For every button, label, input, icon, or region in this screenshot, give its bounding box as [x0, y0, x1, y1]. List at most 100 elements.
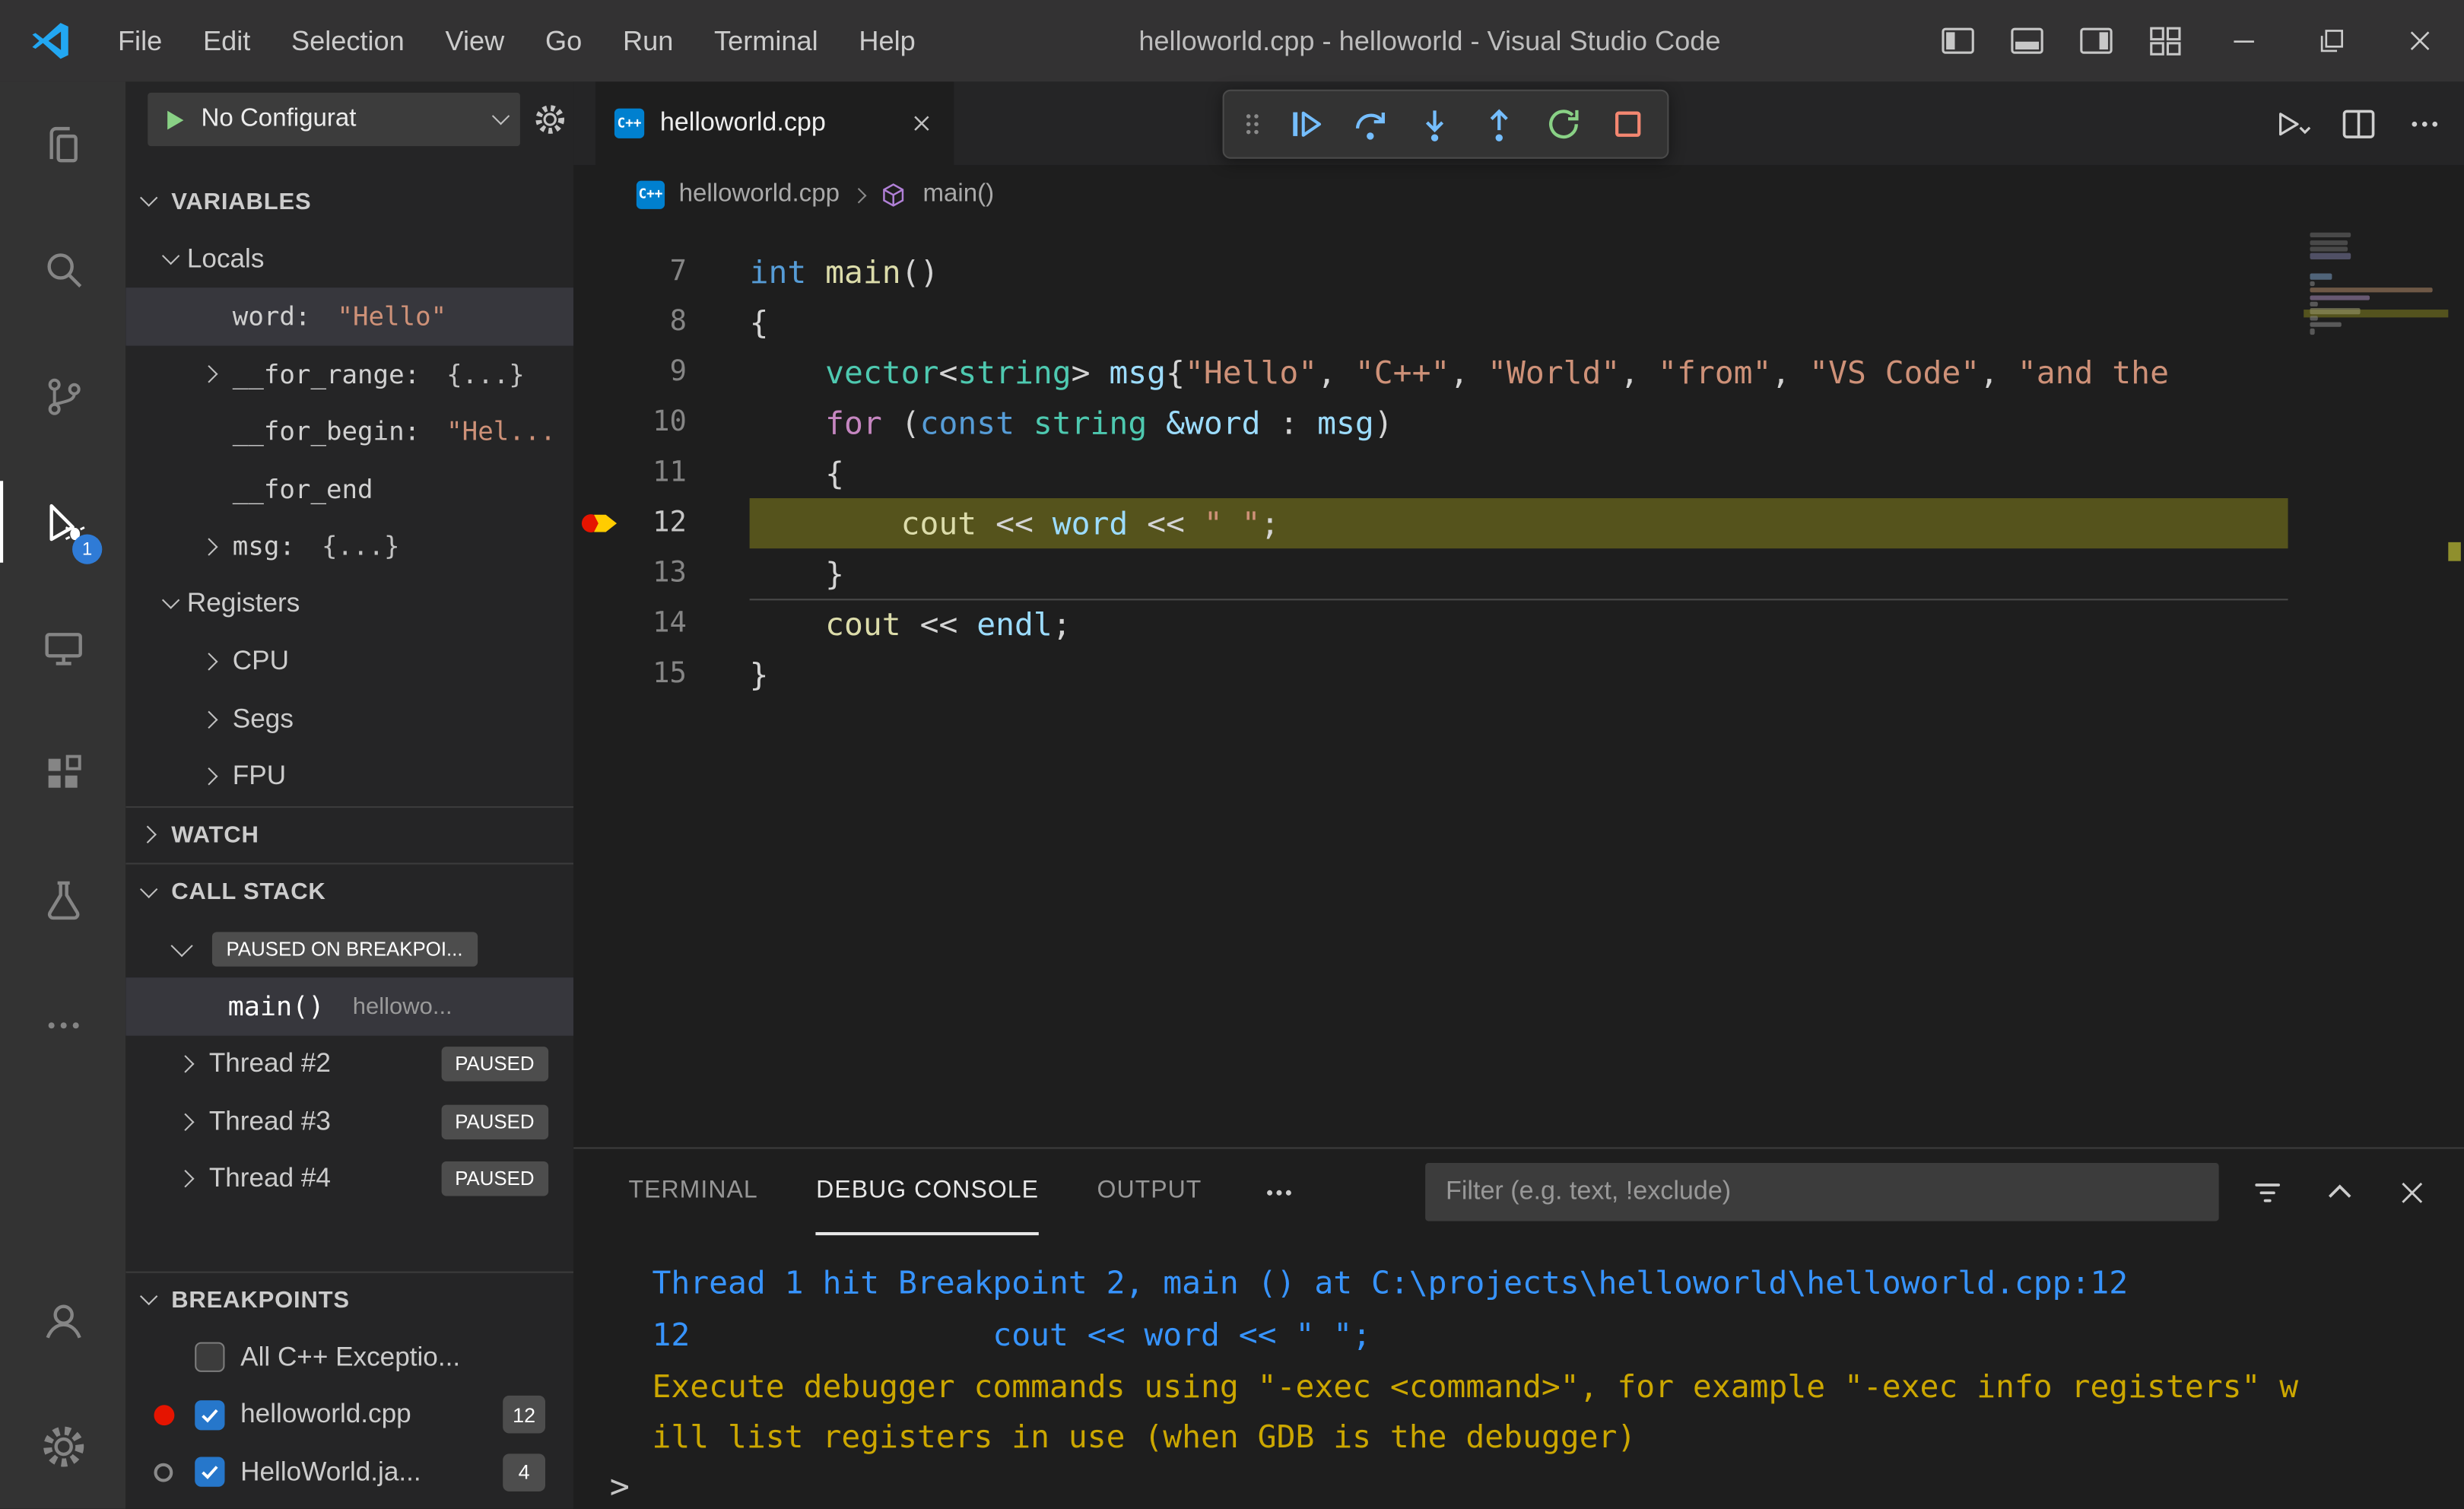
activity-account[interactable]	[0, 1257, 125, 1383]
breakpoint-line-badge: 12	[503, 1396, 546, 1434]
code-line-10[interactable]: 10 for (const string &word : msg)	[573, 398, 2464, 448]
scope-locals[interactable]: Locals	[125, 230, 573, 288]
minimap[interactable]	[2304, 231, 2449, 1148]
breakpoint-checkbox[interactable]	[195, 1457, 225, 1488]
activity-settings[interactable]	[0, 1383, 125, 1508]
variable-row[interactable]: CPU	[125, 633, 573, 691]
code-line-8[interactable]: 8{	[573, 297, 2464, 348]
layout-panel-button[interactable]	[1992, 0, 2062, 81]
customize-layout-button[interactable]	[2131, 0, 2200, 81]
menu-run[interactable]: Run	[602, 0, 694, 81]
code-line-13[interactable]: 13 }	[573, 548, 2464, 599]
code-line-11[interactable]: 11 {	[573, 448, 2464, 498]
debug-session-row[interactable]: PAUSED ON BREAKPOI...	[125, 920, 573, 978]
layout-sidebar-left-button[interactable]	[1923, 0, 1992, 81]
breadcrumb-file[interactable]: helloworld.cpp	[679, 181, 840, 209]
line-number: 7	[669, 254, 687, 288]
panel-tab-terminal[interactable]: TERMINAL	[629, 1148, 758, 1235]
variable-row[interactable]: word: "Hello"	[125, 288, 574, 346]
layout-sidebar-right-button[interactable]	[2062, 0, 2131, 81]
activity-remote-explorer[interactable]	[0, 585, 125, 710]
current-frame-breakpoint-icon[interactable]	[573, 498, 624, 548]
thread-row[interactable]: Thread #3 PAUSED	[125, 1093, 573, 1151]
console-filter-input[interactable]	[1425, 1163, 2219, 1221]
current-line-marker	[2448, 542, 2461, 561]
activity-source-control[interactable]	[0, 333, 125, 459]
debug-settings-gear-icon[interactable]	[532, 102, 567, 136]
breakpoint-checkbox[interactable]	[195, 1342, 225, 1373]
code-line-9[interactable]: 9 vector<string> msg{"Hello", "C++", "Wo…	[573, 348, 2464, 398]
settings-icon	[39, 1422, 87, 1470]
filter-button[interactable]	[2244, 1168, 2291, 1215]
tab-helloworld-cpp[interactable]: C++ helloworld.cpp	[595, 81, 954, 165]
code-line-14[interactable]: 14 cout << endl;	[573, 599, 2464, 649]
close-button[interactable]	[2376, 0, 2464, 81]
debug-config-dropdown[interactable]: No Configurat	[148, 92, 520, 147]
step-out-button[interactable]	[1472, 97, 1526, 151]
variable-row[interactable]: __for_begin: "Hel...	[125, 403, 573, 461]
scope-registers[interactable]: Registers	[125, 576, 573, 634]
variable-row[interactable]: msg: {...}	[125, 518, 573, 576]
watch-section-header[interactable]: WATCH	[125, 805, 574, 863]
continue-button[interactable]	[1279, 97, 1332, 151]
variable-row[interactable]: __for_range: {...}	[125, 345, 573, 403]
bottom-panel: TERMINAL DEBUG CONSOLE OUTPUT Thread 1 hit…	[573, 1147, 2464, 1509]
menu-help[interactable]: Help	[839, 0, 936, 81]
variables-section-label: VARIABLES	[171, 188, 312, 215]
menu-go[interactable]: Go	[525, 0, 602, 81]
twistie-slot	[173, 1170, 198, 1189]
start-debugging-icon[interactable]	[162, 106, 189, 132]
breakpoints-section-header[interactable]: BREAKPOINTS	[125, 1270, 574, 1329]
menu-file[interactable]: File	[97, 0, 183, 81]
maximize-button[interactable]	[2288, 0, 2377, 81]
activity-run-and-debug[interactable]: 1	[0, 459, 125, 584]
menu-terminal[interactable]: Terminal	[694, 0, 838, 81]
variable-row[interactable]: Segs	[125, 691, 573, 748]
breakpoint-checkbox[interactable]	[195, 1399, 225, 1430]
activity-extensions[interactable]	[0, 710, 125, 836]
code-text: vector<string> msg{"Hello", "C++", "Worl…	[825, 353, 2169, 392]
menu-selection[interactable]: Selection	[271, 0, 424, 81]
thread-row[interactable]: Thread #2 PAUSED	[125, 1035, 573, 1093]
gutter-glyph	[573, 398, 624, 448]
variable-row[interactable]: FPU	[125, 748, 573, 805]
activity-explorer[interactable]	[0, 81, 125, 207]
more-icon[interactable]	[2404, 103, 2445, 144]
variable-row[interactable]: __for_end	[125, 460, 573, 518]
breakpoint-disabled-icon	[154, 1463, 173, 1482]
callstack-section-header[interactable]: CALL STACK	[125, 863, 574, 921]
code-editor[interactable]: 7 int main() 8{9 vector<string> msg{"Hello…	[573, 224, 2464, 1147]
split-editor-icon[interactable]	[2339, 103, 2380, 144]
code-line-12[interactable]: 12 cout << word << " ";	[573, 498, 2464, 549]
code-line-15[interactable]: 15}	[573, 649, 2464, 699]
variables-section-header[interactable]: VARIABLES	[125, 173, 573, 230]
thread-row[interactable]: Thread #4 PAUSED	[125, 1151, 573, 1209]
run-action-icon[interactable]	[2272, 103, 2313, 144]
panel-close-button[interactable]	[2389, 1168, 2436, 1215]
activity-testing[interactable]	[0, 836, 125, 961]
code-line-7[interactable]: 7 int main()	[573, 246, 2464, 297]
drag-handle-icon[interactable]	[1237, 105, 1268, 143]
stack-frame-main[interactable]: main() hellowo...	[125, 977, 574, 1036]
panel-more-tabs-icon[interactable]	[1260, 1173, 1298, 1211]
tab-close-icon[interactable]	[908, 110, 935, 137]
activity-search[interactable]	[0, 208, 125, 333]
overview-ruler[interactable]	[2445, 224, 2464, 1147]
breakpoint-row[interactable]: All C++ Exceptio...	[125, 1329, 573, 1387]
menu-view[interactable]: View	[425, 0, 525, 81]
console-prompt[interactable]: >	[573, 1465, 2464, 1509]
breadcrumb-symbol[interactable]: main()	[922, 181, 994, 209]
chevron-up-button[interactable]	[2316, 1168, 2364, 1215]
minimize-button[interactable]	[2200, 0, 2288, 81]
activity-more-views[interactable]	[0, 962, 125, 1088]
stop-button[interactable]	[1602, 97, 1655, 151]
panel-tab-output[interactable]: OUTPUT	[1097, 1148, 1202, 1235]
restart-button[interactable]	[1537, 97, 1590, 151]
chevron-right-icon	[200, 710, 218, 729]
breakpoint-row[interactable]: HelloWorld.ja... 4	[125, 1444, 573, 1501]
step-over-button[interactable]	[1344, 97, 1397, 151]
breakpoint-row[interactable]: helloworld.cpp 12	[125, 1386, 573, 1444]
panel-tab-debug-console[interactable]: DEBUG CONSOLE	[816, 1148, 1040, 1236]
step-into-button[interactable]	[1408, 97, 1461, 151]
menu-edit[interactable]: Edit	[183, 0, 271, 81]
